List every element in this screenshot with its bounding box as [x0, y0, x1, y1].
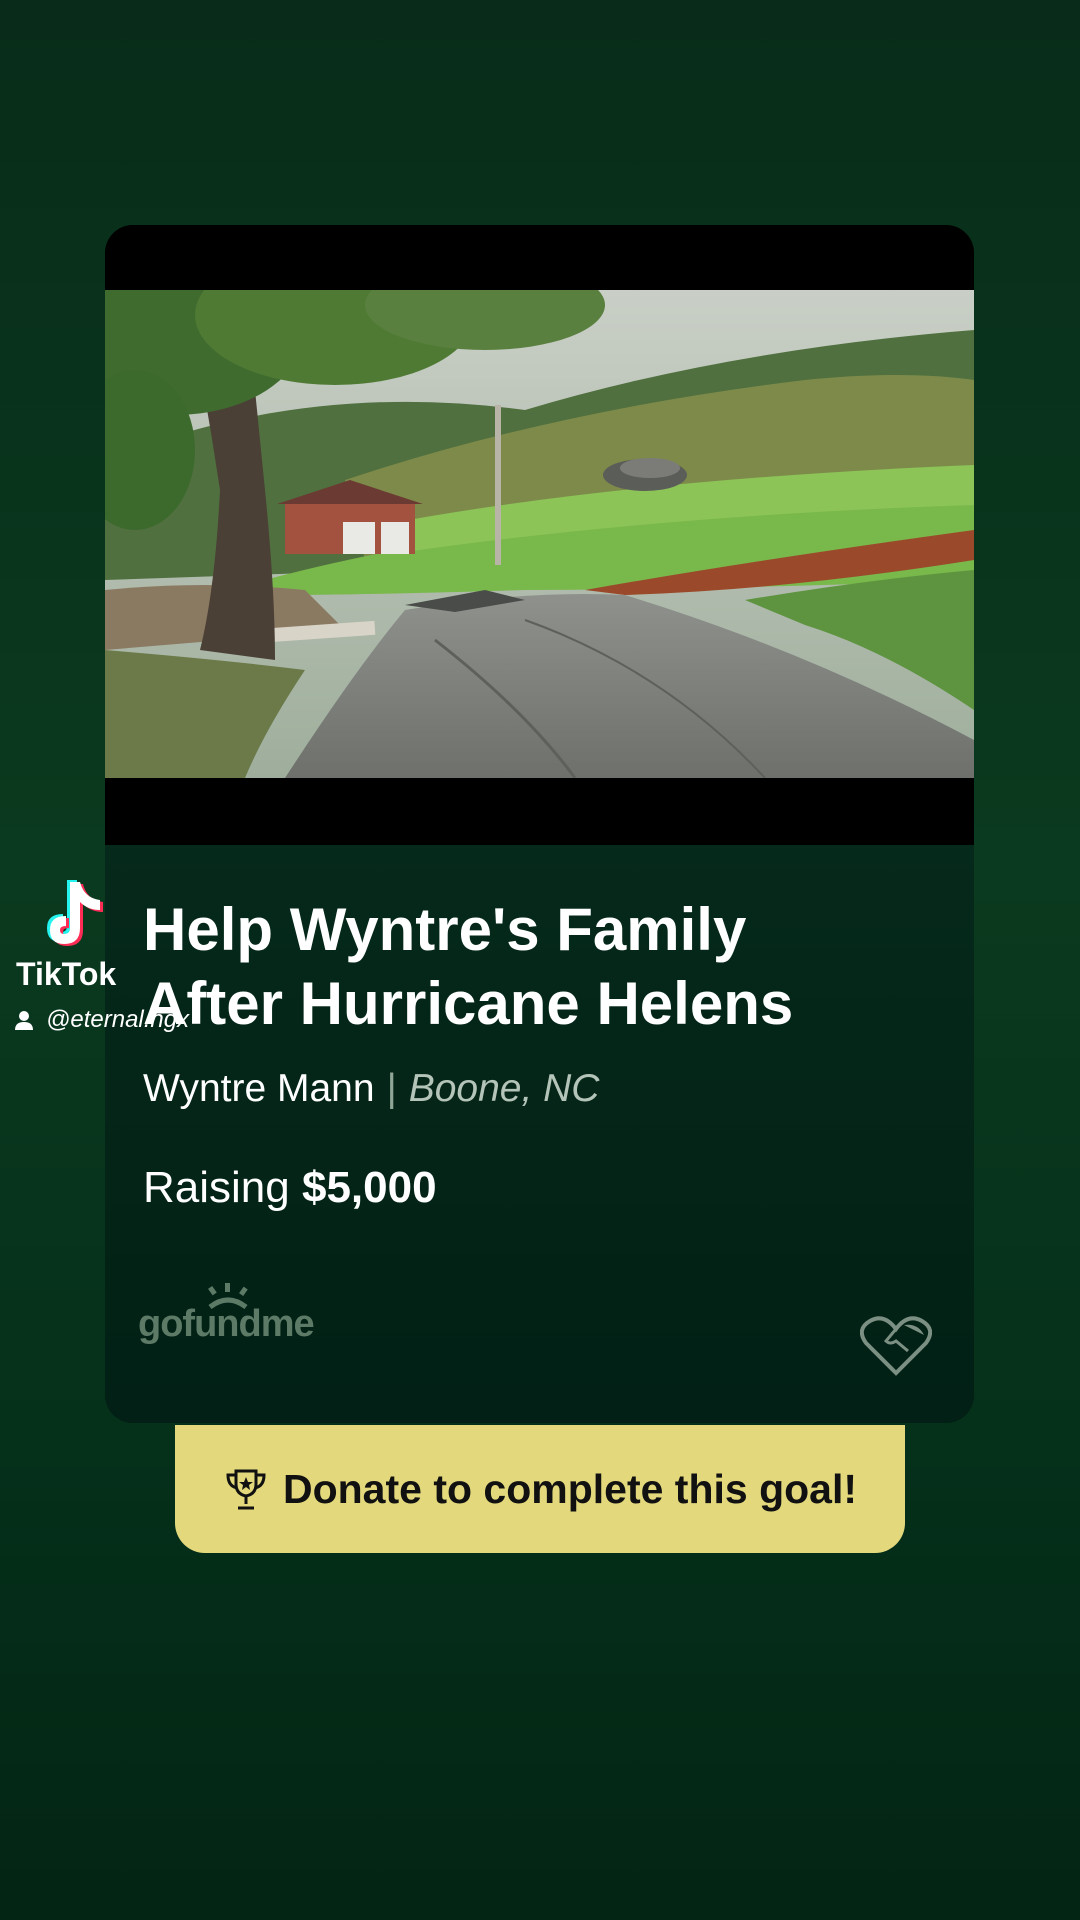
campaign-title[interactable]: Help Wyntre's Family After Hurricane Hel… — [143, 893, 943, 1041]
tiktok-logo-icon — [47, 880, 103, 946]
fundraiser-card[interactable]: Help Wyntre's Family After Hurricane Hel… — [105, 225, 974, 1423]
organizer-name: Wyntre Mann — [143, 1067, 375, 1110]
meta-separator: | — [386, 1067, 397, 1110]
raising-prefix: Raising — [143, 1163, 290, 1212]
title-line-2: After Hurricane Helens — [143, 970, 794, 1037]
goal-text: Raising $5,000 — [143, 1163, 437, 1213]
creator-handle-text: @eternal.ngx — [46, 1006, 190, 1033]
donate-button-label: Donate to complete this goal! — [282, 1465, 858, 1512]
user-icon — [15, 1011, 33, 1030]
campaign-location: Boone, NC — [408, 1067, 600, 1110]
tiktok-brand: TikTok — [16, 956, 117, 992]
donate-button[interactable]: Donate to complete this goal! — [175, 1425, 905, 1553]
organizer-meta: Wyntre Mann | Boone, NC — [143, 1067, 599, 1111]
goal-amount: $5,000 — [301, 1163, 437, 1212]
logo-wordmark: gofundme — [138, 1303, 315, 1345]
heart-hands-icon — [860, 1316, 932, 1376]
tiktok-watermark: TikTok @eternal.ngx — [14, 878, 214, 1048]
trophy-icon — [226, 1469, 266, 1510]
title-line-1: Help Wyntre's Family — [143, 896, 747, 963]
flood-scene-image — [105, 290, 974, 778]
campaign-info: Help Wyntre's Family After Hurricane Hel… — [105, 845, 974, 1423]
creator-handle: @eternal.ngx — [14, 1006, 189, 1034]
campaign-photo — [105, 290, 974, 778]
gofundme-logo: gofundme — [138, 1283, 328, 1355]
campaign-media — [105, 225, 974, 845]
